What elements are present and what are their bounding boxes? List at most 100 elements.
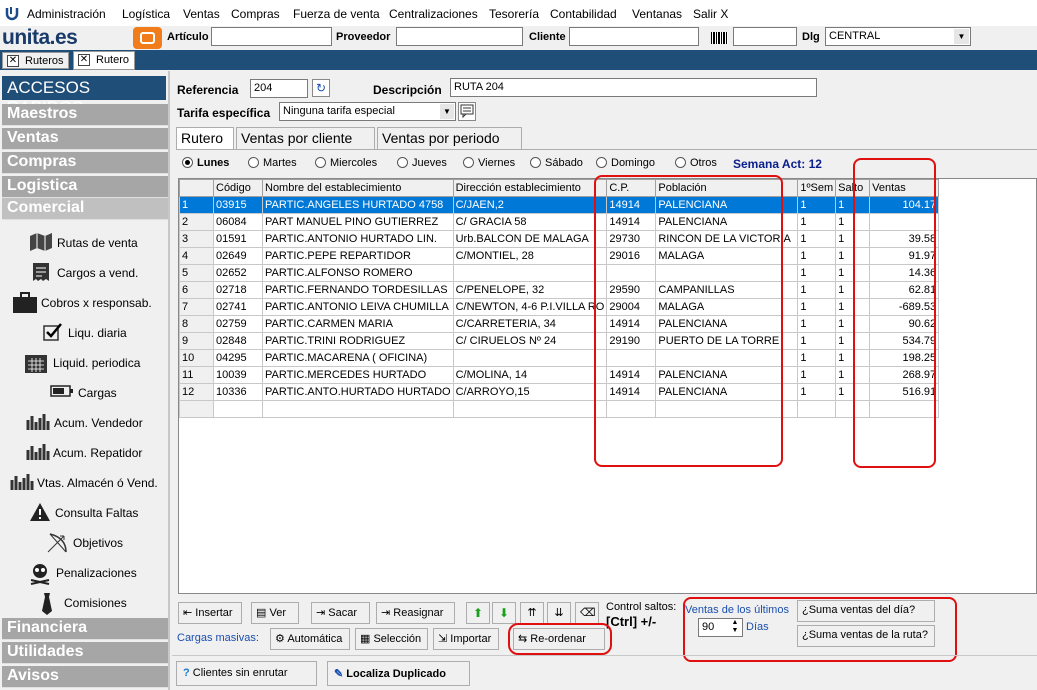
menu-salir[interactable]: Salir X xyxy=(693,7,728,21)
table-cell[interactable]: C/MONTIEL, 28 xyxy=(452,247,608,265)
table-cell[interactable]: PARTIC.ALFONSO ROMERO xyxy=(262,264,454,282)
ver-button[interactable]: ▤ Ver xyxy=(251,602,299,624)
table-cell[interactable]: 4 xyxy=(179,247,214,265)
table-cell[interactable]: 7 xyxy=(179,298,214,316)
table-cell[interactable]: 02759 xyxy=(213,315,263,333)
referencia-input[interactable]: 204 xyxy=(250,79,308,98)
table-cell[interactable]: PART MANUEL PINO GUTIERREZ xyxy=(262,213,454,231)
menu-tesoreria[interactable]: Tesorería xyxy=(489,7,539,21)
refresh-icon[interactable]: ↻ xyxy=(312,79,330,97)
column-header[interactable] xyxy=(179,179,214,197)
table-cell[interactable] xyxy=(179,400,214,418)
radio-lunes[interactable]: Lunes xyxy=(182,157,229,169)
tab-ventas-por-cliente[interactable]: Ventas por cliente xyxy=(236,127,375,149)
table-cell[interactable]: C/ARROYO,15 xyxy=(452,383,608,401)
insertar-button[interactable]: ⇤ Insertar xyxy=(178,602,242,624)
table-row[interactable]: 7 02741 PARTIC.ANTONIO LEIVA CHUMILLA C/NEW… xyxy=(179,298,940,316)
localiza-duplicado-button[interactable]: ✎ Localiza Duplicado xyxy=(327,661,470,686)
sidebar-section-financiera[interactable]: Financiera xyxy=(2,618,168,640)
table-cell[interactable]: 1 xyxy=(797,281,837,299)
seleccion-button[interactable]: ▦ Selección xyxy=(355,628,428,650)
table-cell[interactable]: PARTIC.PEPE REPARTIDOR xyxy=(262,247,454,265)
table-cell[interactable]: C/NEWTON, 4-6 P.I.VILLA RO xyxy=(452,298,608,316)
move-top-icon[interactable]: ⇈ xyxy=(520,602,544,624)
tab-ventas-por-periodo[interactable]: Ventas por periodo xyxy=(377,127,522,149)
sidebar-section-avisos[interactable]: Avisos xyxy=(2,666,168,688)
table-cell[interactable]: PARTIC.TRINI RODRIGUEZ xyxy=(262,332,454,350)
table-cell[interactable]: 11 xyxy=(179,366,214,384)
move-bottom-icon[interactable]: ⇊ xyxy=(547,602,571,624)
table-cell[interactable]: 1 xyxy=(797,383,837,401)
table-cell[interactable] xyxy=(452,400,608,418)
table-cell[interactable] xyxy=(452,349,608,367)
table-cell[interactable]: PARTIC.ANTONIO LEIVA CHUMILLA xyxy=(262,298,454,316)
table-cell[interactable]: 9 xyxy=(179,332,214,350)
reasignar-button[interactable]: ⇥ Reasignar xyxy=(376,602,455,624)
table-cell[interactable]: C/JAEN,2 xyxy=(452,196,608,214)
table-row[interactable]: 12 10336 PARTIC.ANTO.HURTADO HURTADO C/ARRO… xyxy=(179,383,940,401)
table-row[interactable]: 9 02848 PARTIC.TRINI RODRIGUEZ C/ CIRUELOS … xyxy=(179,332,940,350)
radio-sabado[interactable]: Sábado xyxy=(530,157,583,169)
tab-ruteros[interactable]: ✕ Ruteros xyxy=(2,52,69,69)
table-cell[interactable]: 10336 xyxy=(213,383,263,401)
menu-compras[interactable]: Compras xyxy=(231,7,280,21)
table-cell[interactable]: 1 xyxy=(797,264,837,282)
table-cell[interactable]: 12 xyxy=(179,383,214,401)
menu-ventas[interactable]: Ventas xyxy=(183,7,220,21)
sidebar-section-utilidades[interactable]: Utilidades xyxy=(2,642,168,664)
table-cell[interactable]: 02741 xyxy=(213,298,263,316)
radio-viernes[interactable]: Viernes xyxy=(463,157,515,169)
table-cell[interactable]: PARTIC.ANTO.HURTADO HURTADO xyxy=(262,383,454,401)
tarifa-select[interactable]: Ninguna tarifa especial ▼ xyxy=(279,102,456,121)
column-header[interactable]: Nombre del establecimiento xyxy=(262,179,454,197)
table-row[interactable]: 11 10039 PARTIC.MERCEDES HURTADO C/MOLINA, … xyxy=(179,366,940,384)
menu-ventanas[interactable]: Ventanas xyxy=(632,7,682,21)
table-cell[interactable]: 10039 xyxy=(213,366,263,384)
sidebar-section-compras[interactable]: Compras xyxy=(2,152,168,174)
table-cell[interactable]: PARTIC.ANTONIO HURTADO LIN. xyxy=(262,230,454,248)
table-cell[interactable]: 2 xyxy=(179,213,214,231)
table-cell[interactable]: 3 xyxy=(179,230,214,248)
cliente-input[interactable] xyxy=(569,27,699,46)
table-cell[interactable]: 1 xyxy=(179,196,214,214)
table-cell[interactable]: 8 xyxy=(179,315,214,333)
table-row[interactable]: 3 01591 PARTIC.ANTONIO HURTADO LIN. Urb.BAL… xyxy=(179,230,940,248)
menu-fuerza-de-venta[interactable]: Fuerza de venta xyxy=(293,7,380,21)
table-cell[interactable]: PARTIC.MACARENA ( OFICINA) xyxy=(262,349,454,367)
table-cell[interactable]: 6 xyxy=(179,281,214,299)
column-header[interactable]: 1ºSem xyxy=(797,179,837,197)
table-cell[interactable] xyxy=(262,400,454,418)
table-cell[interactable]: C/PENELOPE, 32 xyxy=(452,281,608,299)
importar-button[interactable]: ⇲ Importar xyxy=(433,628,499,650)
table-cell[interactable]: 02649 xyxy=(213,247,263,265)
table-cell[interactable]: 1 xyxy=(797,332,837,350)
dlg-select[interactable]: CENTRAL ▼ xyxy=(825,27,971,46)
table-cell[interactable]: PARTIC.FERNANDO TORDESILLAS xyxy=(262,281,454,299)
tab-rutero-sub[interactable]: Rutero xyxy=(176,127,234,150)
sidebar-section-logistica[interactable]: Logistica xyxy=(2,176,168,198)
table-row[interactable]: 2 06084 PART MANUEL PINO GUTIERREZ C/ GRACI… xyxy=(179,213,940,231)
automatica-button[interactable]: ⚙ Automática xyxy=(270,628,350,650)
table-cell[interactable]: 03915 xyxy=(213,196,263,214)
radio-jueves[interactable]: Jueves xyxy=(397,157,447,169)
column-header[interactable]: Dirección establecimiento xyxy=(452,179,608,197)
blogger-icon[interactable] xyxy=(133,27,162,49)
table-row[interactable]: 8 02759 PARTIC.CARMEN MARIA C/CARRETERIA, 3… xyxy=(179,315,940,333)
articulo-input[interactable] xyxy=(211,27,332,46)
table-cell[interactable]: 02848 xyxy=(213,332,263,350)
table-cell[interactable]: 10 xyxy=(179,349,214,367)
menu-administracion[interactable]: Administración xyxy=(27,7,106,21)
eraser-icon[interactable]: ⌫ xyxy=(575,602,599,624)
table-row[interactable]: 10 04295 PARTIC.MACARENA ( OFICINA) 1 1 198.2… xyxy=(179,349,940,367)
table-row[interactable]: 6 02718 PARTIC.FERNANDO TORDESILLAS C/PENEL… xyxy=(179,281,940,299)
radio-miercoles[interactable]: Miercoles xyxy=(315,157,377,169)
close-icon[interactable]: ✕ xyxy=(78,54,90,66)
proveedor-input[interactable] xyxy=(396,27,523,46)
comment-icon[interactable] xyxy=(458,102,476,121)
table-cell[interactable]: 02718 xyxy=(213,281,263,299)
menu-logistica[interactable]: Logística xyxy=(122,7,170,21)
table-cell[interactable]: 5 xyxy=(179,264,214,282)
column-header[interactable]: Código xyxy=(213,179,263,197)
radio-domingo[interactable]: Domingo xyxy=(596,157,655,169)
radio-martes[interactable]: Martes xyxy=(248,157,297,169)
